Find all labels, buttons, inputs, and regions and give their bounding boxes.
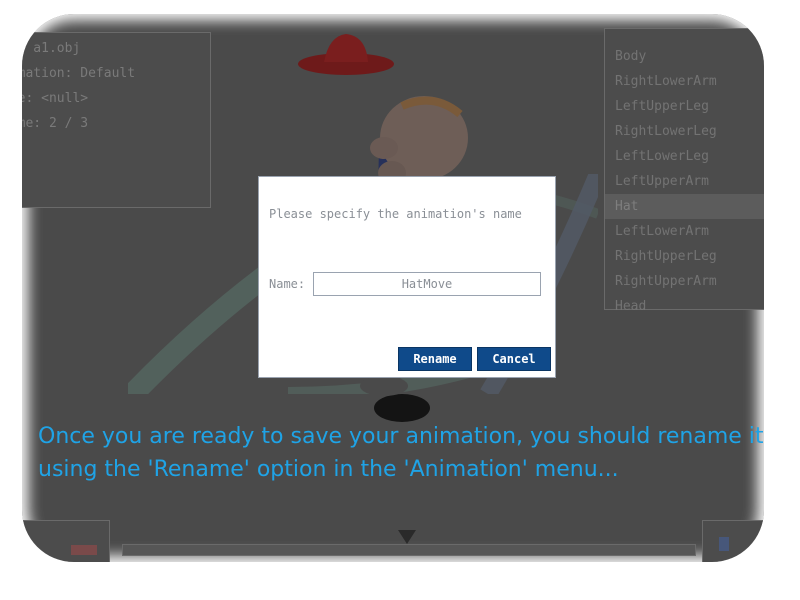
animation-name-text: nimation: Default: [22, 66, 136, 81]
bone-item-left-upper-arm[interactable]: LeftUpperArm: [605, 169, 764, 194]
bone-item-head[interactable]: Head: [605, 294, 764, 319]
bone-item-left-lower-leg[interactable]: LeftLowerLeg: [605, 144, 764, 169]
frame-counter-text: rame: 2 / 3: [22, 116, 89, 131]
cancel-button[interactable]: Cancel: [477, 347, 551, 371]
timeline-slider[interactable]: [122, 544, 696, 556]
model-info-panel: el: a1.obj nimation: Default ile: <null>…: [22, 32, 211, 208]
bone-item-left-lower-arm[interactable]: LeftLowerArm: [605, 219, 764, 244]
bone-list-panel: Body RightLowerArm LeftUpperLeg RightLow…: [604, 28, 764, 314]
bone-item-right-lower-arm[interactable]: RightLowerArm: [605, 69, 764, 94]
caption-line-2: using the 'Rename' option in the 'Animat…: [38, 457, 619, 482]
bottom-right-panel: [702, 520, 764, 562]
rename-animation-dialog: Please specify the animation's name Name…: [258, 176, 556, 378]
timeline-marker-icon[interactable]: [398, 530, 416, 544]
model-name-text: el: a1.obj: [22, 41, 81, 56]
bottom-toolbar: [22, 520, 764, 562]
name-label: Name:: [269, 277, 306, 291]
tutorial-caption: Once you are ready to save your animatio…: [38, 420, 768, 486]
bone-item-left-upper-leg[interactable]: LeftUpperLeg: [605, 94, 764, 119]
bone-item-right-upper-leg[interactable]: RightUpperLeg: [605, 244, 764, 269]
rename-button[interactable]: Rename: [398, 347, 472, 371]
bone-item-right-upper-arm[interactable]: RightUpperArm: [605, 269, 764, 294]
bone-item-right-lower-leg[interactable]: RightLowerLeg: [605, 119, 764, 144]
animation-name-input[interactable]: [313, 272, 541, 296]
bone-item-hat[interactable]: Hat: [605, 194, 764, 219]
bone-item-body[interactable]: Body: [605, 44, 764, 69]
dialog-message: Please specify the animation's name: [269, 207, 522, 221]
record-indicator-icon: [71, 545, 97, 555]
tool-icon[interactable]: [719, 537, 729, 551]
bottom-left-panel: [22, 520, 110, 562]
caption-line-1: Once you are ready to save your animatio…: [38, 424, 764, 449]
file-name-text: ile: <null>: [22, 91, 89, 106]
